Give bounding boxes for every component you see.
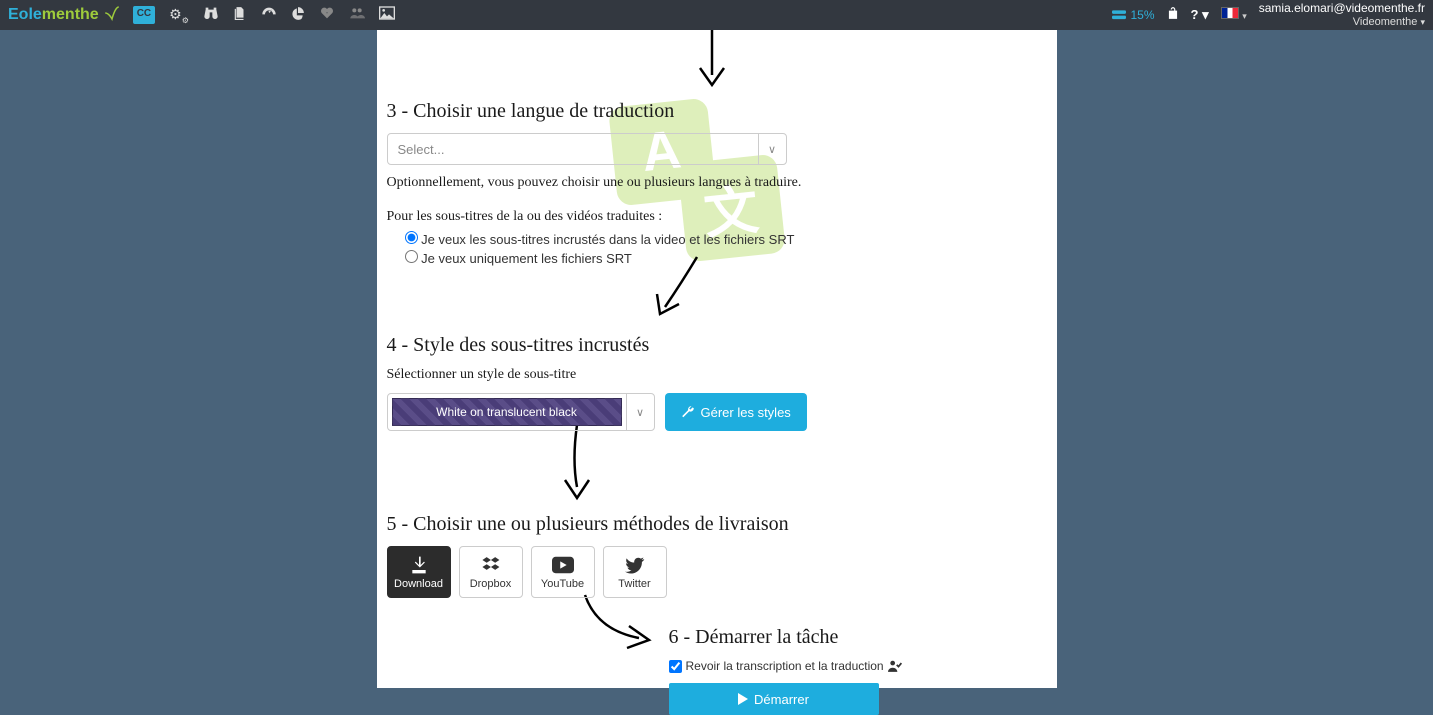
radio-embed-input[interactable] [405,231,418,244]
delivery-youtube[interactable]: YouTube [531,546,595,598]
youtube-icon [552,555,574,575]
dropbox-icon [481,555,501,575]
arrow-icon [577,590,657,650]
delivery-dropbox-label: Dropbox [470,578,512,590]
radio1-label: Je veux les sous-titres incrustés dans l… [421,232,794,247]
gears-icon[interactable]: ⚙⚙ [169,6,189,25]
step3-note: Pour les sous-titres de la ou des vidéos… [387,209,1047,225]
subtitle-style-select[interactable]: White on translucent black ∨ [387,393,655,431]
delivery-twitter[interactable]: Twitter [603,546,667,598]
delivery-dropbox[interactable]: Dropbox [459,546,523,598]
chevron-down-icon: ∨ [626,394,654,430]
user-org: Videomenthe [1353,16,1418,28]
dashboard-icon[interactable] [261,6,277,25]
radio-srtonly-input[interactable] [405,250,418,263]
page-content: A 文 3 - Choisir une langue de traduction… [377,30,1057,688]
logo-part1: Eole [8,6,42,24]
delivery-download[interactable]: Download [387,546,451,598]
manage-styles-label: Gérer les styles [701,405,791,420]
files-icon[interactable] [233,6,247,25]
pie-chart-icon[interactable] [291,6,305,25]
select-placeholder: Select... [388,142,758,157]
delivery-twitter-label: Twitter [618,578,650,590]
storage-percent: 15% [1130,8,1154,22]
translation-language-select[interactable]: Select... ∨ [387,133,787,165]
manage-styles-button[interactable]: Gérer les styles [665,393,807,431]
play-icon [738,693,748,705]
delivery-download-label: Download [394,578,443,590]
heartbeat-icon[interactable] [319,6,335,25]
radio-subtitle-srt-only[interactable]: Je veux uniquement les fichiers SRT [405,250,1047,266]
logo[interactable]: Eolementhe [8,4,121,27]
step3-title: 3 - Choisir une langue de traduction [387,100,1047,123]
arrow-icon [557,425,597,505]
logo-check-icon [103,4,121,27]
review-checkbox[interactable] [669,660,682,673]
users-icon[interactable] [349,6,365,25]
language-flag[interactable]: ▾ [1221,7,1247,22]
logo-part2: menthe [42,6,99,24]
review-label: Revoir la transcription et la traduction [686,659,884,673]
wrench-icon [681,405,695,419]
storage-indicator[interactable]: 15% [1112,8,1154,22]
delivery-youtube-label: YouTube [541,578,584,590]
help-icon[interactable]: ? ▾ [1191,7,1209,23]
storage-icon [1112,10,1126,20]
radio-subtitle-embed[interactable]: Je veux les sous-titres incrustés dans l… [405,231,1047,247]
download-icon [409,555,429,575]
chevron-down-icon: ∨ [758,134,786,164]
step4-subtitle: Sélectionner un style de sous-titre [387,367,1047,383]
nav-icons: CC ⚙⚙ [133,6,395,25]
binoculars-icon[interactable] [203,6,219,25]
step4-title: 4 - Style des sous-titres incrustés [387,334,1047,357]
cc-icon[interactable]: CC [133,6,155,25]
step6-title: 6 - Démarrer la tâche [669,626,1047,649]
twitter-icon [625,555,645,575]
topbar-right: 15% ? ▾ ▾ samia.elomari@videomenthe.fr V… [1112,1,1425,29]
user-check-icon [888,660,902,672]
subtitle-style-chip: White on translucent black [392,398,622,426]
step3-helper: Optionnellement, vous pouvez choisir une… [387,175,1047,191]
lock-icon[interactable] [1167,6,1179,23]
topbar: Eolementhe CC ⚙⚙ 15% [0,0,1433,30]
image-icon[interactable] [379,6,395,25]
radio2-label: Je veux uniquement les fichiers SRT [421,251,632,266]
user-menu[interactable]: samia.elomari@videomenthe.fr Videomenthe… [1259,1,1425,29]
arrow-icon [692,30,732,90]
start-label: Démarrer [754,692,809,707]
step5-title: 5 - Choisir une ou plusieurs méthodes de… [387,513,1047,536]
user-email: samia.elomari@videomenthe.fr [1259,1,1425,15]
